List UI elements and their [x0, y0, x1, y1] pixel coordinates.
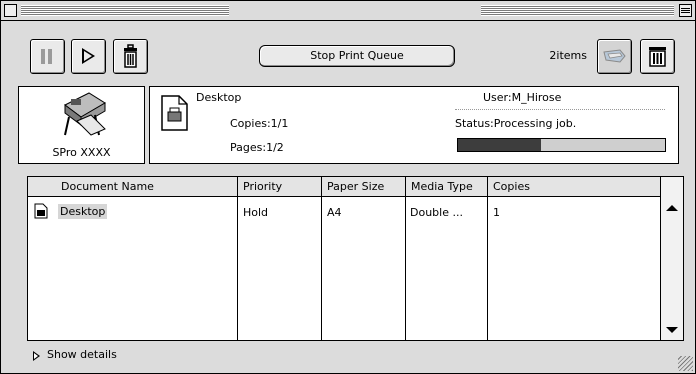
- trash-icon: [124, 44, 137, 68]
- pause-button[interactable]: [30, 39, 65, 74]
- play-icon: [82, 48, 95, 64]
- close-box-icon[interactable]: [4, 4, 17, 17]
- title-stripes-right: [481, 5, 674, 16]
- job-progress-fill: [458, 139, 541, 151]
- grow-box-icon[interactable]: [678, 356, 693, 371]
- job-user: User:M_Hirose: [483, 91, 562, 104]
- zoom-box-icon[interactable]: [679, 4, 692, 17]
- printer-icon: [64, 92, 106, 136]
- resume-button[interactable]: [71, 39, 106, 74]
- vertical-scrollbar[interactable]: [660, 177, 683, 340]
- document-printer-icon: [34, 203, 48, 219]
- title-bar[interactable]: [1, 1, 695, 21]
- scroll-down-arrow-icon[interactable]: [666, 327, 678, 333]
- list-header: Document Name Priority Paper Size Media …: [28, 177, 660, 197]
- pause-icon: [41, 49, 53, 64]
- delete-icon: [649, 47, 666, 67]
- priority-icon: [603, 49, 626, 63]
- column-header-paper-size[interactable]: Paper Size: [322, 177, 406, 196]
- column-header-copies[interactable]: Copies: [488, 177, 660, 196]
- column-divider: [487, 197, 488, 340]
- column-header-document-name[interactable]: Document Name: [28, 177, 238, 196]
- row-document-name: Desktop: [58, 204, 108, 219]
- job-info-panel: Desktop Copies:1/1 Pages:1/2 User:M_Hiro…: [149, 86, 679, 164]
- row-media-type: Double ...: [410, 206, 463, 219]
- column-divider: [321, 197, 322, 340]
- column-divider: [237, 197, 238, 340]
- job-copies: Copies:1/1: [230, 117, 289, 130]
- printer-name: SPro XXXX: [52, 146, 111, 159]
- job-progress-bar: [457, 138, 666, 152]
- delete-job-button[interactable]: [113, 39, 148, 74]
- priority-button[interactable]: [597, 39, 632, 74]
- column-divider: [405, 197, 406, 340]
- items-count: 2items: [549, 49, 587, 62]
- delete-all-button[interactable]: [640, 39, 675, 74]
- job-status: Status:Processing job.: [455, 117, 577, 130]
- job-document-name: Desktop: [196, 91, 242, 104]
- info-divider: [455, 109, 665, 110]
- row-copies: 1: [493, 206, 500, 219]
- column-header-priority[interactable]: Priority: [238, 177, 322, 196]
- show-details-label[interactable]: Show details: [47, 348, 117, 361]
- scroll-up-arrow-icon[interactable]: [666, 205, 678, 211]
- printer-panel: SPro XXXX: [18, 86, 145, 164]
- job-list: Document Name Priority Paper Size Media …: [27, 176, 684, 341]
- row-priority: Hold: [243, 206, 269, 219]
- job-pages: Pages:1/2: [230, 141, 284, 154]
- title-stripes-left: [21, 5, 229, 16]
- document-icon: [161, 95, 188, 131]
- stop-print-queue-button[interactable]: Stop Print Queue: [259, 45, 455, 67]
- disclosure-triangle-icon[interactable]: [33, 351, 40, 361]
- row-paper-size: A4: [327, 206, 342, 219]
- print-monitor-window: Stop Print Queue 2items SPro XXXX Deskto…: [0, 0, 696, 374]
- column-header-media-type[interactable]: Media Type: [406, 177, 488, 196]
